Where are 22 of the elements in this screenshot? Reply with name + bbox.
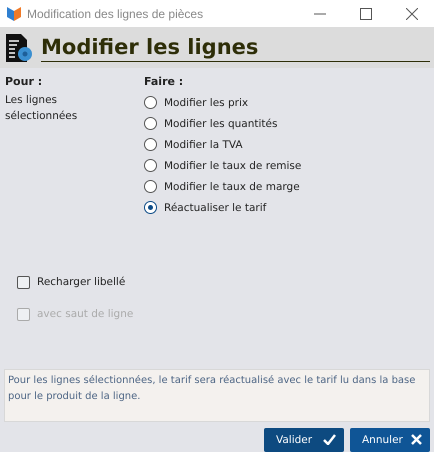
window-title: Modification des lignes de pièces <box>27 6 204 21</box>
section-label: Pour : <box>5 75 44 88</box>
radio-option[interactable]: Modifier la TVA <box>144 134 434 156</box>
document-gear-icon <box>5 32 33 63</box>
section-label: Faire : <box>144 75 184 88</box>
info-text: Pour les lignes sélectionnées, le tarif sera réactualisé avec le tarif lu dans la base pour le produit de la ligne. <box>4 369 430 422</box>
radio-option[interactable]: Modifier les prix <box>144 92 434 114</box>
radio-option[interactable]: Modifier le taux de remise <box>144 155 434 176</box>
radio-option[interactable]: Réactualiser le tarif <box>144 197 434 218</box>
checkmark-icon <box>323 434 336 446</box>
radio-option[interactable]: Modifier le taux de marge <box>144 176 434 198</box>
app-logo-icon <box>6 6 22 22</box>
checkbox-option: avec saut de ligne <box>17 305 434 324</box>
target-text: Les lignes sélectionnées <box>5 93 78 124</box>
radio-option[interactable]: Modifier les quantités <box>144 113 434 134</box>
cancel-button[interactable]: Annuler <box>350 428 430 452</box>
checkbox-option[interactable]: Recharger libellé <box>17 273 434 292</box>
maximize-icon[interactable] <box>360 8 372 20</box>
validate-button[interactable]: Valider <box>264 428 344 452</box>
close-icon[interactable] <box>406 8 418 20</box>
close-icon <box>411 434 422 446</box>
page-heading: Modifier les lignes <box>41 33 430 62</box>
